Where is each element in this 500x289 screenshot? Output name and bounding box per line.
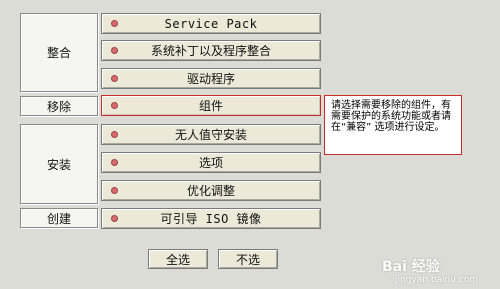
baidu-jingyan-watermark: Bai 经验	[382, 256, 440, 276]
drivers-label: 驱动程序	[186, 72, 235, 86]
components-label: 组件	[198, 99, 223, 113]
unattended-setup-button[interactable]: 无人值守安装	[101, 124, 321, 145]
bullet-icon	[111, 131, 118, 138]
components-button[interactable]: 组件	[101, 95, 321, 116]
bootable-iso-button[interactable]: 可引导 ISO 镜像	[101, 208, 321, 229]
service-pack-label: Service Pack	[164, 16, 258, 31]
description-text: 请选择需要移除的组件，有需要保护的系统功能或者请在“兼容” 选项进行设定。	[331, 100, 451, 133]
select-none-label: 不选	[235, 252, 260, 267]
category-install-label: 安装	[46, 157, 71, 172]
hotfix-integration-button[interactable]: 系统补丁以及程序整合	[101, 40, 321, 61]
category-remove-label: 移除	[46, 99, 71, 114]
hotfix-integration-label: 系统补丁以及程序整合	[150, 44, 271, 58]
description-panel: 请选择需要移除的组件，有需要保护的系统功能或者请在“兼容” 选项进行设定。	[324, 95, 462, 155]
bullet-icon	[111, 102, 118, 109]
category-create-label: 创建	[46, 211, 71, 226]
unattended-setup-label: 无人值守安装	[174, 128, 247, 142]
watermark-brand: Bai 经验	[382, 259, 440, 275]
bullet-icon	[111, 187, 118, 194]
category-integrate-label: 整合	[46, 46, 71, 60]
bootable-iso-label: 可引导 ISO 镜像	[160, 212, 262, 226]
bullet-icon	[111, 75, 118, 82]
tweaks-label: 优化调整	[186, 184, 235, 198]
drivers-button[interactable]: 驱动程序	[101, 68, 321, 89]
bullet-icon	[111, 20, 118, 27]
options-button[interactable]: 选项	[101, 152, 321, 173]
watermark-url-text: jingyan.baidu.com	[395, 275, 479, 285]
category-integrate: 整合	[20, 13, 98, 92]
select-all-button[interactable]: 全选	[148, 249, 208, 269]
service-pack-button[interactable]: Service Pack	[101, 13, 321, 34]
select-none-button[interactable]: 不选	[218, 249, 278, 269]
watermark-url: jingyan.baidu.com	[395, 275, 478, 285]
category-create: 创建	[20, 208, 98, 228]
bullet-icon	[111, 47, 118, 54]
bullet-icon	[111, 159, 118, 166]
options-label: 选项	[198, 156, 223, 170]
tweaks-button[interactable]: 优化调整	[101, 180, 321, 201]
bullet-icon	[111, 215, 118, 222]
category-install: 安装	[20, 124, 98, 204]
select-all-label: 全选	[165, 252, 190, 267]
category-remove: 移除	[20, 96, 98, 116]
